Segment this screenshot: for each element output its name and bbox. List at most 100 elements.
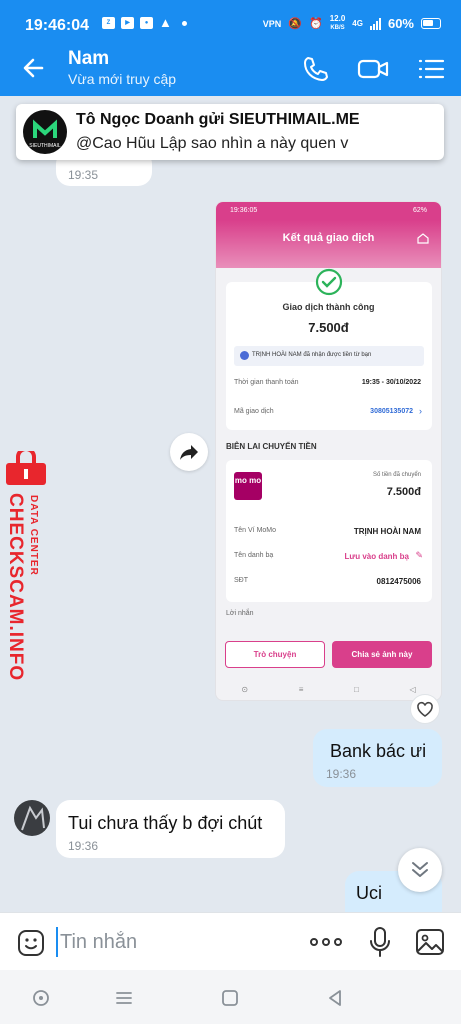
pinned-text: @Cao Hũu Lập sao nhìn a này quen v bbox=[76, 135, 349, 152]
message-input[interactable] bbox=[56, 927, 286, 957]
contact-name[interactable]: Nam bbox=[68, 48, 109, 70]
messenger-icon: ● bbox=[140, 17, 153, 29]
phone-icon bbox=[304, 57, 328, 81]
payment-time-label: Thời gian thanh toán bbox=[234, 379, 299, 386]
warning-icon: ▲ bbox=[159, 15, 172, 30]
nav-home-button[interactable] bbox=[218, 986, 242, 1010]
video-call-icon bbox=[357, 59, 389, 79]
message-bubble-outgoing[interactable]: Bank bác ưi 19:36 bbox=[313, 729, 442, 787]
message-label: Lời nhắn bbox=[226, 610, 254, 617]
save-contact-link[interactable]: Lưu vào danh bạ bbox=[345, 552, 409, 561]
transaction-code-value[interactable]: 30805135072 bbox=[370, 408, 413, 415]
momo-logo: mo mo bbox=[234, 472, 262, 500]
avatar[interactable] bbox=[14, 800, 50, 836]
home-icon bbox=[417, 233, 429, 244]
logo-text: SIEUTHIMAIL bbox=[29, 143, 61, 149]
dot-icon bbox=[181, 20, 187, 26]
zalo-icon: Z bbox=[102, 17, 115, 29]
edit-icon: ✎ bbox=[415, 550, 423, 560]
message-time: 19:36 bbox=[326, 767, 357, 781]
image-icon bbox=[416, 929, 444, 955]
youtube-icon: ▶ bbox=[121, 17, 134, 29]
nav-home-icon: ⊙ bbox=[241, 684, 249, 694]
hamburger-icon bbox=[116, 992, 132, 1004]
menu-button[interactable] bbox=[416, 54, 446, 84]
more-dot-icon bbox=[310, 938, 318, 946]
wallet-name-value: TRỊNH HOÀI NAM bbox=[353, 527, 421, 536]
receipt-status-time: 19:36:05 bbox=[230, 207, 258, 214]
sieuthimail-logo: SIEUTHIMAIL bbox=[23, 110, 67, 154]
chat-header: Nam Vừa mới truy cập bbox=[0, 40, 461, 96]
chat-area[interactable]: SIEUTHIMAIL Tô Ngọc Doanh gửi SIEUTHIMAI… bbox=[0, 96, 461, 912]
menu-icon bbox=[418, 59, 445, 79]
signal-icon bbox=[369, 17, 381, 30]
status-bar: 19:46:04 Z ▶ ● ▲ VPN 🔕 ⏰ 12.0 KB/S 4G 60… bbox=[0, 0, 461, 40]
more-dot-icon bbox=[322, 938, 330, 946]
sticker-icon bbox=[18, 930, 44, 956]
pinned-title: Tô Ngọc Doanh gửi SIEUTHIMAIL.ME bbox=[76, 111, 360, 128]
battery-icon bbox=[421, 18, 441, 29]
call-button[interactable] bbox=[300, 54, 330, 84]
receipt-success-text: Giao dịch thành công bbox=[282, 302, 375, 312]
system-nav-bar bbox=[0, 970, 461, 1024]
voice-button[interactable] bbox=[366, 925, 394, 959]
message-text: Bank bác ưi bbox=[330, 741, 427, 761]
speed-value: 12.0 bbox=[329, 14, 346, 23]
assistant-icon bbox=[33, 990, 49, 1006]
forward-icon bbox=[180, 445, 198, 460]
alarm-icon: ⏰ bbox=[309, 18, 323, 30]
image-button[interactable] bbox=[414, 927, 446, 957]
receipt-nav-bar: ⊙ ≡ □ ◁ bbox=[216, 678, 441, 700]
receipt-title: Kết quả giao dịch bbox=[282, 232, 375, 244]
phone-label: SĐT bbox=[234, 577, 248, 584]
message-text: Uci bbox=[356, 883, 382, 903]
like-button[interactable] bbox=[410, 694, 440, 724]
nav-square-icon: □ bbox=[354, 684, 359, 694]
back-button[interactable] bbox=[18, 52, 50, 84]
payment-time-value: 19:35 - 30/10/2022 bbox=[361, 379, 421, 386]
message-time: 19:36 bbox=[68, 839, 99, 853]
speed-icon: 12.0 KB/S bbox=[330, 15, 346, 32]
receipt-header: Kết quả giao dịch bbox=[216, 220, 441, 268]
square-icon bbox=[222, 990, 238, 1006]
battery-percent: 60% bbox=[387, 16, 414, 31]
last-seen: Vừa mới truy cập bbox=[68, 71, 177, 87]
back-arrow-icon bbox=[23, 58, 44, 78]
double-chevron-down-icon bbox=[412, 862, 428, 877]
success-check-icon bbox=[315, 268, 343, 296]
chat-button[interactable]: Trò chuyện bbox=[225, 641, 325, 668]
receipt-amount: 7.500đ bbox=[308, 320, 349, 335]
scroll-to-bottom-button[interactable] bbox=[398, 848, 442, 892]
receipt-status-bar: 19:36:05 62% bbox=[216, 202, 441, 220]
nav-back-icon: ◁ bbox=[409, 684, 416, 694]
system-icons: VPN 🔕 ⏰ 12.0 KB/S 4G 60% bbox=[263, 15, 441, 32]
nav-assistant-button[interactable] bbox=[29, 986, 53, 1010]
sent-amount-label: Số tiền đã chuyển bbox=[372, 472, 421, 478]
receipt-section-title: BIÊN LAI CHUYỂN TIỀN bbox=[226, 442, 317, 451]
heart-icon bbox=[417, 701, 433, 717]
message-text: Tui chưa thấy b đợi chút bbox=[68, 813, 263, 833]
more-button[interactable] bbox=[310, 933, 346, 951]
forward-button[interactable] bbox=[170, 433, 208, 471]
receipt-note: TRỊNH HOÀI NAM đã nhận được tiền từ bạn bbox=[234, 346, 424, 366]
mic-icon bbox=[370, 927, 390, 957]
4g-icon: 4G bbox=[352, 19, 363, 28]
status-time: 19:46:04 bbox=[25, 17, 90, 34]
message-time: 19:35 bbox=[68, 168, 99, 182]
share-image-button[interactable]: Chia sẻ ảnh này bbox=[332, 641, 432, 668]
chevron-right-icon: › bbox=[419, 406, 422, 416]
message-input-bar bbox=[0, 912, 461, 970]
pinned-banner[interactable]: SIEUTHIMAIL Tô Ngọc Doanh gửi SIEUTHIMAI… bbox=[16, 104, 444, 160]
watermark-main-text: CHECKSCAM.INFO bbox=[5, 493, 26, 682]
nav-back-button[interactable] bbox=[323, 986, 347, 1010]
sticker-button[interactable] bbox=[16, 928, 46, 958]
contact-name-label: Tên danh bạ bbox=[234, 552, 274, 559]
video-call-button[interactable] bbox=[356, 54, 390, 84]
message-bubble-incoming[interactable]: Tui chưa thấy b đợi chút 19:36 bbox=[56, 800, 285, 858]
wallet-name-label: Tên Ví MoMo bbox=[234, 527, 277, 534]
receipt-image[interactable]: 19:36:05 62% Kết quả giao dịch Giao dịch… bbox=[215, 201, 442, 701]
vpn-icon: VPN bbox=[262, 18, 282, 29]
nav-menu-button[interactable] bbox=[112, 986, 136, 1010]
phone-value: 0812475006 bbox=[376, 577, 422, 586]
sent-amount-value: 7.500đ bbox=[386, 486, 421, 498]
